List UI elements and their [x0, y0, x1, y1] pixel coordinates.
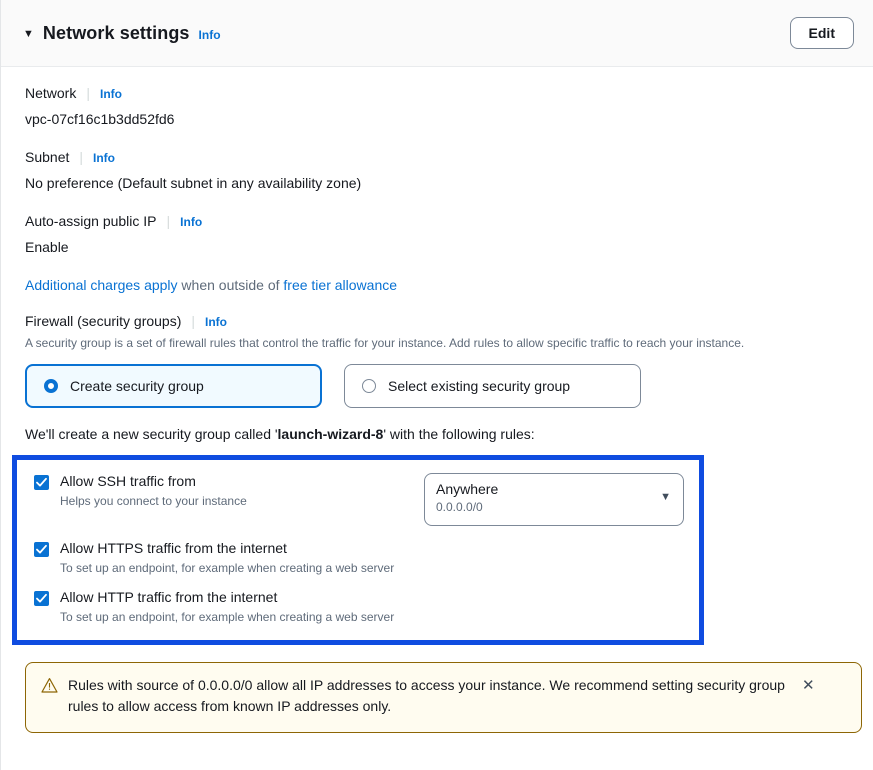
close-icon[interactable]: ✕ [798, 676, 819, 694]
ssh-source-value: Anywhere [436, 481, 499, 498]
info-link-network[interactable]: Info [100, 87, 122, 101]
rule-row: Allow HTTPS traffic from the internet To… [34, 540, 684, 575]
rule-subtitle: To set up an endpoint, for example when … [60, 560, 395, 575]
free-tier-allowance-link[interactable]: free tier allowance [283, 277, 397, 293]
auto-assign-ip-label-row: Auto-assign public IP | Info [25, 213, 851, 229]
network-label-row: Network | Info [25, 85, 851, 101]
subnet-label-row: Subnet | Info [25, 149, 851, 165]
ssh-source-select[interactable]: Anywhere 0.0.0.0/0 ▼ [424, 473, 684, 527]
radio-indicator-selected [44, 379, 58, 394]
rule-text: Allow SSH traffic from Helps you connect… [60, 473, 404, 508]
info-link-network-settings[interactable]: Info [199, 28, 221, 42]
auto-assign-ip-value: Enable [25, 239, 69, 255]
info-link-firewall[interactable]: Info [205, 315, 227, 329]
rule-subtitle: Helps you connect to your instance [60, 493, 247, 508]
warning-alert-text: Rules with source of 0.0.0.0/0 allow all… [68, 676, 785, 715]
security-group-name-line: We'll create a new security group called… [25, 426, 851, 442]
rule-title: Allow HTTPS traffic from the internet [60, 540, 287, 557]
security-group-mode-radio-group: Create security group Select existing se… [25, 364, 851, 409]
sg-line-prefix: We'll create a new security group called… [25, 426, 278, 443]
firewall-label: Firewall (security groups) [25, 313, 182, 329]
radio-create-security-group-label: Create security group [70, 378, 204, 395]
panel-header: ▼ Network settings Info Edit [1, 0, 873, 67]
firewall-description: A security group is a set of firewall ru… [25, 336, 745, 350]
check-icon [36, 545, 47, 554]
panel-header-left: ▼ Network settings Info [23, 23, 790, 44]
checkbox-allow-https[interactable] [34, 542, 49, 558]
rule-row: Allow HTTP traffic from the internet To … [34, 589, 684, 624]
checkbox-allow-ssh[interactable] [34, 475, 49, 491]
checkbox-allow-http[interactable] [34, 590, 49, 606]
divider: | [191, 313, 196, 329]
network-value: vpc-07cf16c1b3dd52fd6 [25, 111, 175, 127]
firewall-label-row: Firewall (security groups) | Info [25, 313, 851, 329]
rule-row: Allow SSH traffic from Helps you connect… [34, 473, 684, 527]
caret-down-icon[interactable]: ▼ [23, 28, 34, 40]
subnet-label: Subnet [25, 149, 70, 165]
check-icon [36, 593, 47, 603]
info-link-auto-assign-ip[interactable]: Info [180, 215, 202, 229]
auto-assign-ip-label: Auto-assign public IP [25, 213, 157, 229]
additional-charges-notice: Additional charges apply when outside of… [25, 277, 851, 293]
panel-body: Network | Info vpc-07cf16c1b3dd52fd6 Sub… [1, 67, 873, 734]
edit-button[interactable]: Edit [789, 17, 854, 49]
check-icon [36, 478, 47, 487]
security-group-rules-list: Allow SSH traffic from Helps you connect… [17, 468, 699, 631]
rule-subtitle: To set up an endpoint, for example when … [60, 609, 395, 624]
warning-alert: Rules with source of 0.0.0.0/0 allow all… [25, 661, 862, 734]
radio-select-existing-security-group-label: Select existing security group [388, 378, 571, 395]
divider: | [166, 213, 171, 229]
page-title: Network settings [42, 22, 190, 43]
subnet-value: No preference (Default subnet in any ava… [25, 175, 362, 191]
divider: | [86, 85, 90, 101]
network-settings-panel: ▼ Network settings Info Edit Network | I… [0, 0, 873, 770]
rule-title: Allow SSH traffic from [60, 473, 196, 490]
chevron-down-icon: ▼ [660, 491, 671, 504]
radio-create-security-group[interactable]: Create security group [25, 364, 322, 409]
firewall-block: Firewall (security groups) | Info A secu… [25, 313, 851, 351]
ssh-source-cidr: 0.0.0.0/0 [436, 500, 483, 515]
ssh-source-select-text: Anywhere 0.0.0.0/0 [436, 480, 498, 514]
network-label: Network [25, 85, 77, 101]
rule-text: Allow HTTPS traffic from the internet To… [60, 540, 684, 575]
radio-indicator-unselected [362, 379, 376, 394]
sg-line-suffix: ' with the following rules: [383, 426, 535, 443]
warning-triangle-icon [41, 677, 58, 697]
security-group-name: launch-wizard-8 [277, 426, 384, 443]
additional-charges-link[interactable]: Additional charges apply [25, 277, 178, 293]
rule-title: Allow HTTP traffic from the internet [60, 588, 278, 605]
additional-charges-middle-text: when outside of [177, 277, 284, 293]
radio-select-existing-security-group[interactable]: Select existing security group [344, 364, 641, 409]
rule-text: Allow HTTP traffic from the internet To … [60, 589, 684, 624]
security-group-rules-highlight: Allow SSH traffic from Helps you connect… [12, 455, 704, 645]
divider: | [79, 149, 84, 165]
info-link-subnet[interactable]: Info [93, 151, 115, 165]
